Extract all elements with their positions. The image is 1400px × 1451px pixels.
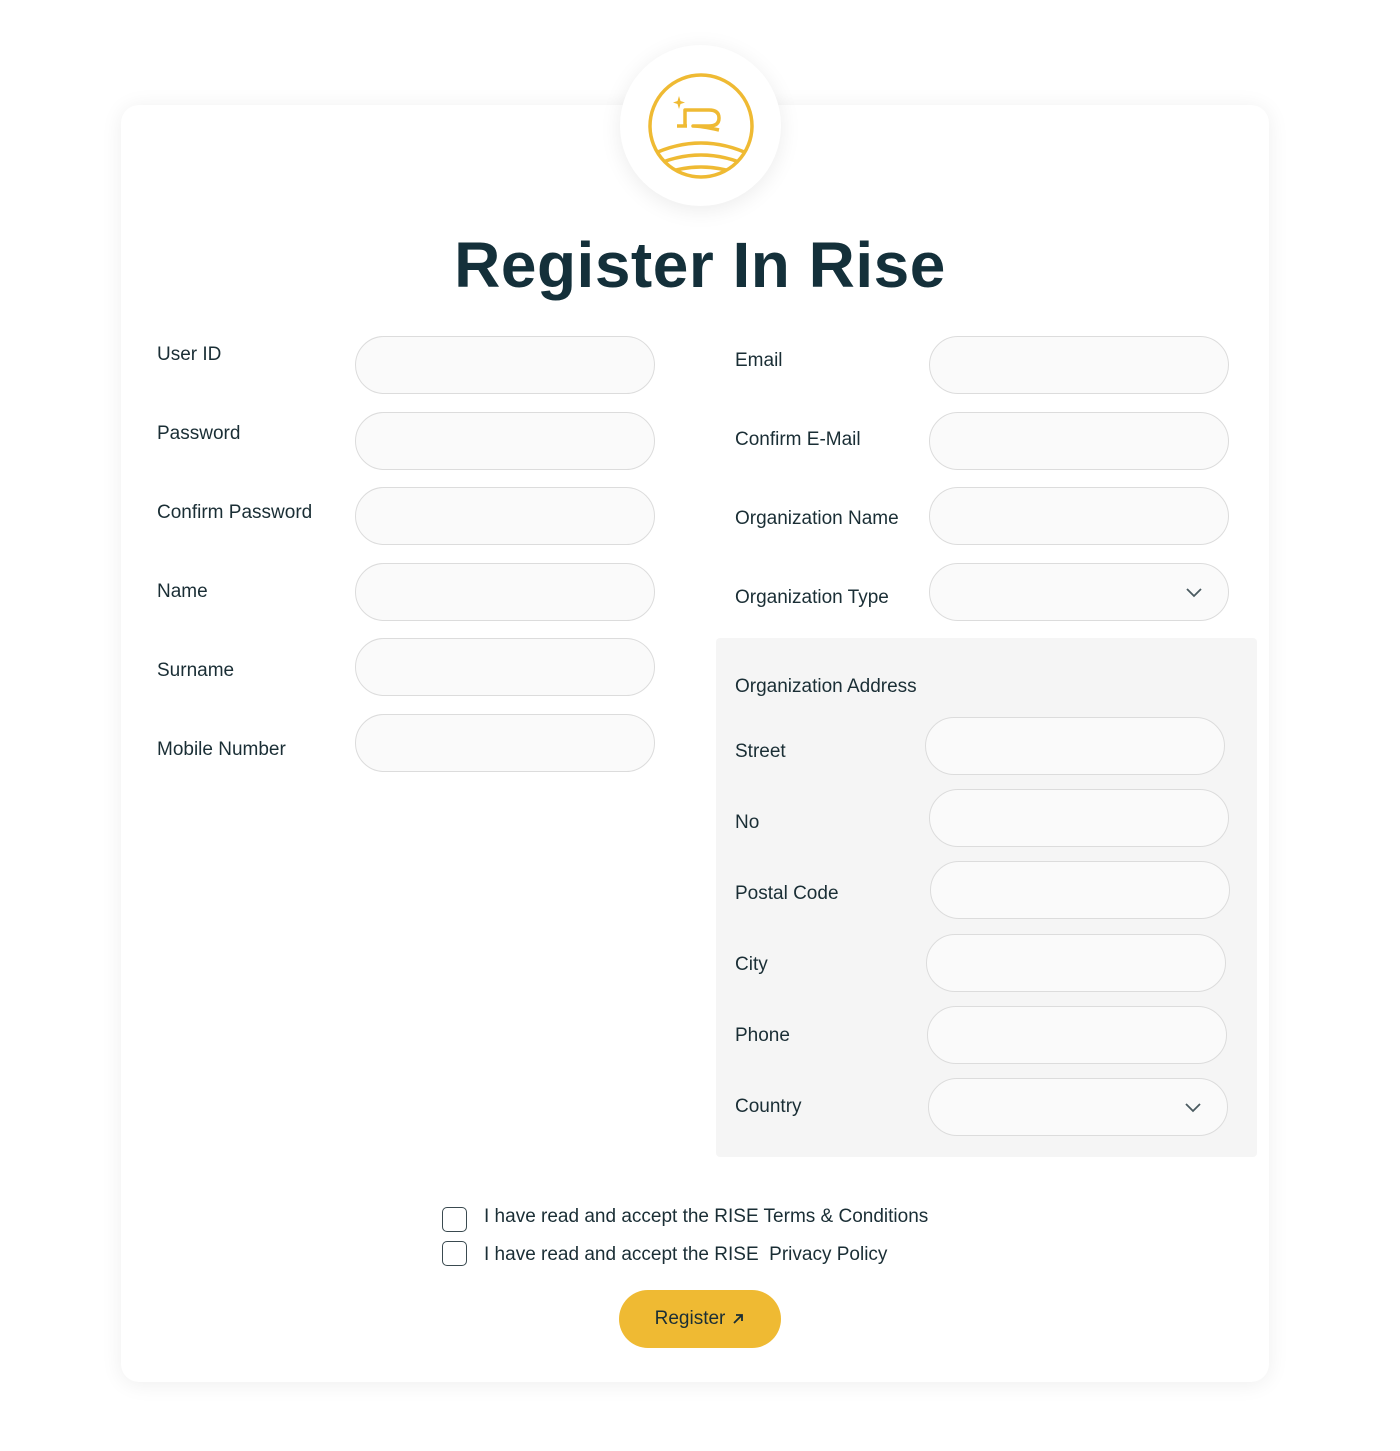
postal-code-input[interactable] bbox=[930, 861, 1230, 919]
city-input[interactable] bbox=[926, 934, 1226, 992]
number-input[interactable] bbox=[929, 789, 1229, 847]
name-input[interactable] bbox=[355, 563, 655, 621]
organization-type-select[interactable] bbox=[929, 563, 1229, 621]
password-label: Password bbox=[157, 423, 241, 444]
organization-address-heading: Organization Address bbox=[735, 676, 917, 697]
street-label: Street bbox=[735, 741, 786, 762]
confirm-password-label: Confirm Password bbox=[157, 502, 313, 523]
phone-label: Phone bbox=[735, 1025, 790, 1046]
organization-name-label: Organization Name bbox=[735, 508, 899, 529]
organization-type-label: Organization Type bbox=[735, 587, 889, 608]
mobile-number-input[interactable] bbox=[355, 714, 655, 772]
country-label: Country bbox=[735, 1096, 802, 1117]
surname-label: Surname bbox=[157, 660, 235, 681]
email-input[interactable] bbox=[929, 336, 1229, 394]
user-id-label: User ID bbox=[157, 344, 222, 365]
name-label: Name bbox=[157, 581, 208, 602]
confirm-email-input[interactable] bbox=[929, 412, 1229, 470]
mobile-number-label: Mobile Number bbox=[157, 739, 286, 760]
street-input[interactable] bbox=[925, 717, 1225, 775]
terms-label: I have read and accept the RISE Terms & … bbox=[484, 1206, 929, 1227]
page-title: Register In Rise bbox=[454, 229, 946, 301]
register-button-label: Register bbox=[654, 1308, 726, 1329]
phone-input[interactable] bbox=[927, 1006, 1227, 1064]
confirm-password-input[interactable] bbox=[355, 487, 655, 545]
no-label: No bbox=[735, 812, 760, 833]
city-label: City bbox=[735, 954, 768, 975]
password-input[interactable] bbox=[355, 412, 655, 470]
arrow-up-right-icon bbox=[733, 1314, 744, 1324]
chevron-down-icon bbox=[1186, 588, 1202, 598]
terms-checkbox[interactable] bbox=[442, 1207, 467, 1232]
privacy-label: I have read and accept the RISE Privacy … bbox=[484, 1244, 888, 1265]
user-id-input[interactable] bbox=[355, 336, 655, 394]
chevron-down-icon bbox=[1185, 1103, 1201, 1113]
privacy-checkbox[interactable] bbox=[442, 1241, 467, 1266]
logo-badge bbox=[620, 45, 781, 206]
confirm-email-label: Confirm E-Mail bbox=[735, 429, 861, 450]
organization-name-input[interactable] bbox=[929, 487, 1229, 545]
register-button[interactable]: Register bbox=[619, 1290, 781, 1348]
country-select[interactable] bbox=[928, 1078, 1228, 1136]
postal-code-label: Postal Code bbox=[735, 883, 839, 904]
surname-input[interactable] bbox=[355, 638, 655, 696]
email-label: Email bbox=[735, 350, 783, 371]
rise-logo-icon bbox=[647, 72, 754, 179]
